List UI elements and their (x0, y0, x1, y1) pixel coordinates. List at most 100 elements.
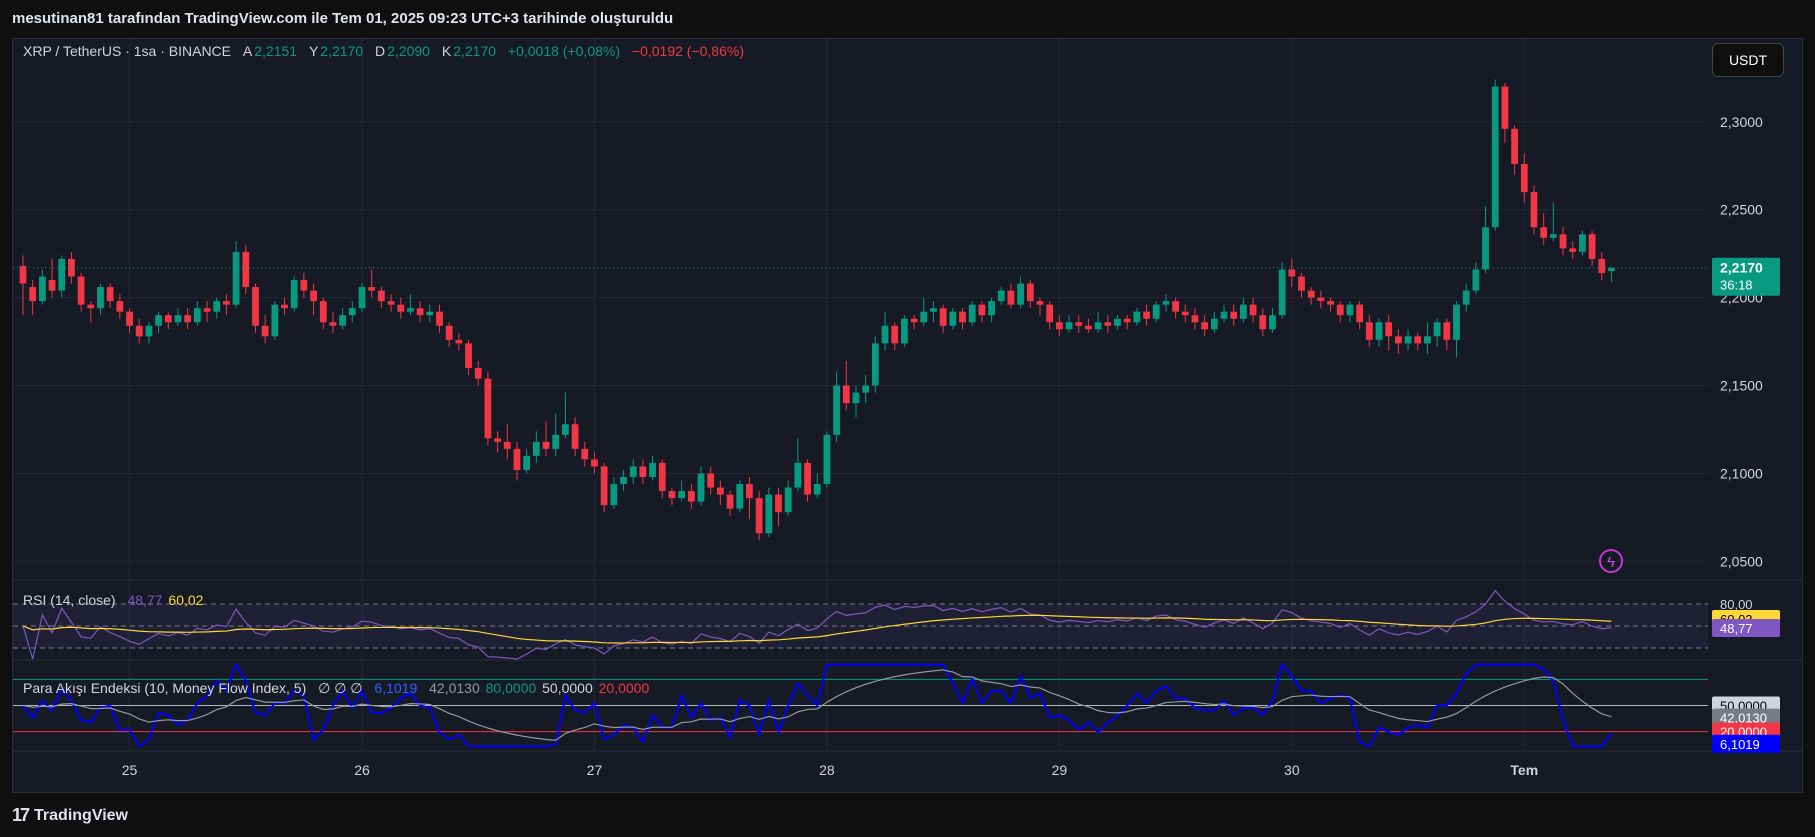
mfi-middle-value: 50,0000 (542, 680, 593, 696)
candle-body (1288, 269, 1296, 277)
time-tick-label: 27 (587, 762, 603, 778)
candle-body (339, 315, 347, 326)
candle-body (532, 441, 540, 456)
candle-body (407, 308, 414, 312)
candle-body (968, 304, 976, 323)
candle-body (591, 459, 598, 467)
candle-body (97, 287, 104, 309)
candle-body (38, 276, 46, 302)
candle-body (445, 325, 453, 340)
rsi-value: 48,77 (127, 592, 163, 608)
candle-body (755, 498, 763, 534)
candle-body (174, 315, 182, 323)
time-tick-label: 30 (1284, 762, 1300, 778)
candle-body (1346, 304, 1354, 316)
candle-body (1307, 290, 1315, 298)
candle-body (1394, 336, 1402, 344)
candle-body (639, 466, 647, 477)
mfi-ma-value: 42,0130 (429, 680, 480, 696)
price-tick-label: 2,3000 (1720, 114, 1763, 130)
candle-body (1549, 234, 1557, 238)
candle-body (901, 318, 908, 344)
candle-body (1065, 322, 1073, 330)
header-caption: mesutinan81 tarafından TradingView.com i… (12, 10, 674, 27)
candle-body (87, 304, 95, 309)
candle-body (1491, 86, 1499, 228)
candle-body (1579, 234, 1586, 252)
mfi-legend[interactable]: Para Akışı Endeksi (10, Money Flow Index… (23, 680, 651, 697)
candle-body (871, 343, 879, 386)
candle-body (484, 378, 492, 439)
price-tick-label: 2,0500 (1720, 553, 1763, 569)
candle-body (794, 462, 802, 488)
candle-body (910, 318, 918, 323)
candle-body (348, 308, 356, 316)
price-tick-label: 2,2500 (1720, 202, 1763, 218)
tradingview-logo-text: TradingView (34, 806, 128, 824)
tradingview-logo-icon: 17 (12, 805, 30, 825)
currency-button[interactable]: USDT (1712, 43, 1784, 77)
candle-body (164, 315, 172, 323)
candle-body (426, 311, 434, 316)
candle-body (1191, 315, 1199, 323)
candle-body (1569, 248, 1577, 252)
candle-body (494, 438, 501, 442)
candle-body (668, 491, 676, 499)
candle-body (1608, 267, 1615, 272)
candle-body (949, 311, 957, 326)
candle-body (1007, 290, 1015, 305)
candle-body (513, 448, 521, 470)
candle-body (300, 280, 308, 291)
time-tick-label: 28 (819, 762, 835, 778)
candle-body (862, 385, 870, 393)
candle-body (920, 311, 928, 323)
candle-body (620, 477, 627, 485)
candle-body (1317, 297, 1325, 302)
time-tick-label: 26 (354, 762, 370, 778)
candle-body (271, 304, 279, 337)
lightning-icon[interactable]: ϟ (1599, 549, 1623, 573)
open-label: A (242, 43, 253, 59)
candle-body (503, 441, 511, 449)
mfi-axis-badge-label: 6,1019 (1720, 737, 1760, 752)
rsi-axis-label: 80,00 (1720, 597, 1753, 612)
candle-body (1453, 304, 1460, 340)
candle-body (1375, 322, 1383, 340)
tradingview-logo[interactable]: 17 TradingView (12, 805, 128, 826)
candle-body (1511, 128, 1518, 164)
candle-body (310, 290, 317, 302)
candle-body (1055, 322, 1063, 330)
candle-body (1210, 318, 1218, 330)
candle-body (726, 494, 734, 509)
candle-body (203, 308, 211, 312)
price-tick-label: 2,1500 (1720, 378, 1763, 394)
bar-change: +0,0018 (+0,08%) (507, 43, 621, 59)
candle-body (1085, 325, 1092, 330)
countdown-label: 36:18 (1720, 278, 1753, 293)
candle-body (542, 441, 550, 449)
high-label: Y (308, 43, 319, 59)
chart-panel[interactable]: 2,3000 2,2500 2,2000 2,1500 2,1000 2,0500 25 26… (12, 38, 1803, 793)
candle-body (1046, 304, 1054, 323)
candle-body (1298, 276, 1305, 291)
candle-body (48, 280, 56, 291)
candle-body (804, 462, 811, 495)
candle-body (1259, 315, 1267, 330)
candle-body (1472, 269, 1480, 291)
candle-body (1520, 163, 1528, 193)
candle-body (678, 491, 686, 499)
candle-body (1220, 311, 1228, 319)
candle-body (387, 301, 395, 305)
mfi-upper-value: 80,0000 (485, 680, 537, 696)
candle-body (552, 434, 560, 449)
day-change: −0,0192 (−0,86%) (631, 43, 744, 59)
candle-body (465, 343, 472, 368)
candle-body (658, 462, 666, 492)
candle-body (252, 287, 259, 326)
candle-body (1269, 315, 1276, 330)
rsi-legend[interactable]: RSI (14, close) 48,77 60,02 (23, 592, 205, 608)
candle-body (416, 308, 424, 316)
symbol-legend: XRP / TetherUS · 1sa · BINANCE A 2,2151 Y… (23, 43, 746, 59)
candle-body (1385, 322, 1393, 337)
candle-body (184, 315, 192, 323)
